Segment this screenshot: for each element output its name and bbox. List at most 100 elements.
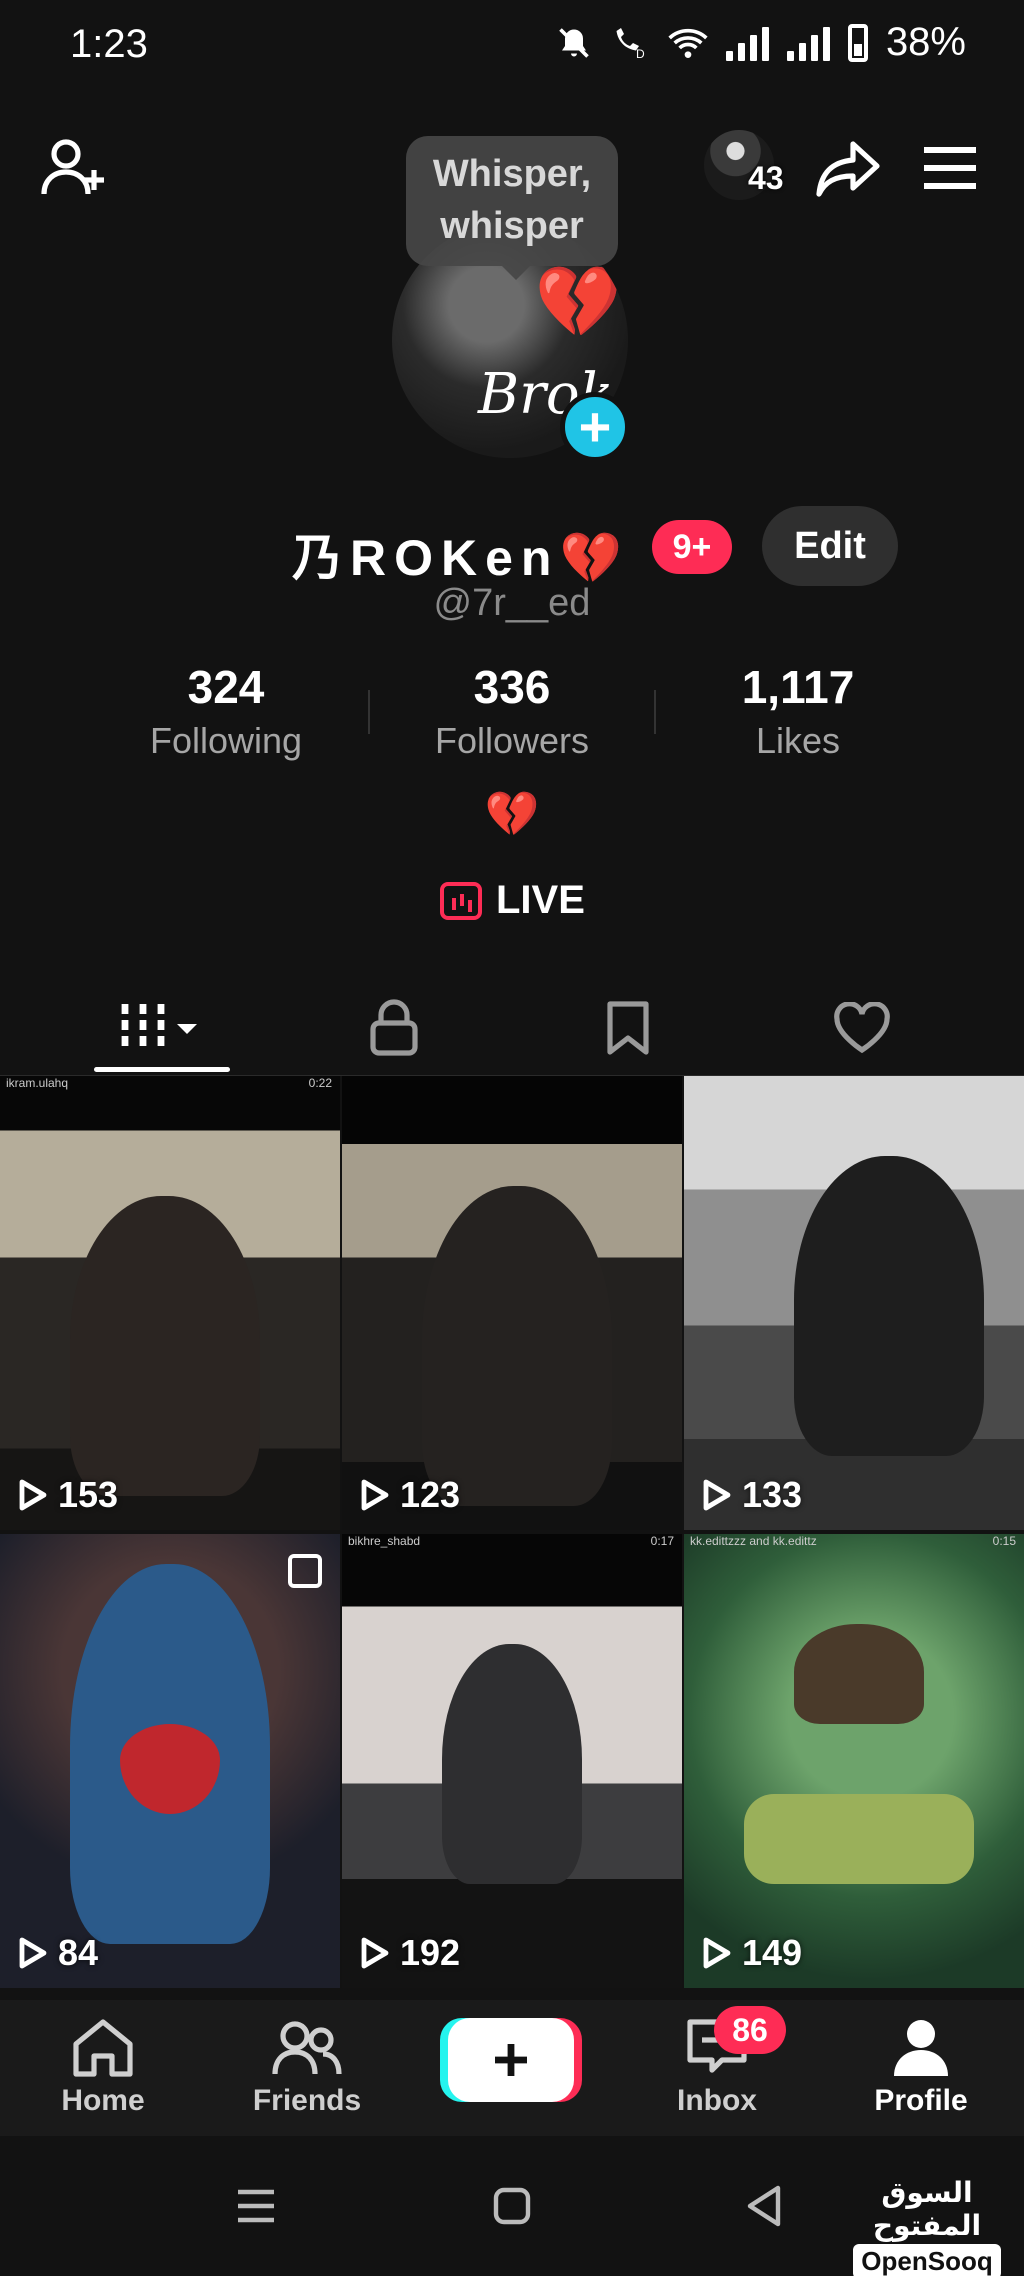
video-duration: 0:17 [650,1534,674,1548]
back-icon[interactable] [744,2184,784,2228]
play-icon [703,1479,731,1511]
video-caption: ikram.ulahq [6,1076,69,1090]
username: @7r__ed [433,582,591,624]
view-count: 133 [702,1474,802,1516]
home-icon [73,2019,133,2077]
tab-liked[interactable] [734,980,990,1076]
view-count-value: 153 [58,1474,119,1515]
video-duration: 0:22 [308,1076,332,1090]
view-count: 153 [18,1474,118,1516]
view-count-value: 123 [400,1474,461,1515]
name-row: 乃ROKen💔 9+ Edit [0,506,1024,588]
share-icon [816,141,880,197]
video-caption: bikhre_shabd [348,1534,421,1548]
stat-followers[interactable]: 336 Followers [402,660,622,762]
live-button[interactable]: LIVE [440,878,585,923]
video-thumbnail[interactable]: 133 [684,1076,1024,1530]
play-icon [361,1937,389,1969]
nav-profile-label: Profile [874,2084,968,2117]
view-count: 149 [702,1932,802,1974]
share-button[interactable] [810,130,886,206]
grid-videos-icon [121,1004,197,1052]
bottom-nav: Home Friends Inbox Profile [0,2000,1024,2136]
thumbnail-person [442,1644,582,1884]
video-duration: 0:15 [992,1534,1016,1548]
nav-inbox-label: Inbox [677,2084,757,2117]
video-thumbnail[interactable]: kk.edittzzz and kk.edittz 0:15 149 [684,1534,1024,1988]
view-count: 123 [360,1474,460,1516]
add-friend-button[interactable] [36,130,112,206]
thumbnail-person [422,1186,612,1506]
live-label: LIVE [496,878,585,922]
hamburger-icon [924,147,976,189]
multi-image-icon [288,1554,322,1588]
stat-likes[interactable]: 1,117 Likes [688,660,908,762]
video-caption: kk.edittzzz and kk.edittz [690,1534,817,1548]
video-thumbnail[interactable]: 84 [0,1534,340,1988]
stat-value: 1,117 [741,661,855,713]
tab-videos[interactable] [34,980,290,1076]
watermark-arabic: السوق المفتوح [872,2177,982,2241]
play-icon [19,1479,47,1511]
play-icon [19,1937,47,1969]
watermark-logo: السوق المفتوح OpenSooq [852,2176,1002,2276]
bio: 💔 [484,790,540,839]
tab-private[interactable] [266,980,522,1076]
view-count-value: 84 [58,1932,99,1973]
add-user-icon [41,139,104,195]
display-name: 乃ROKen💔 [292,530,630,586]
tab-saved[interactable] [500,980,756,1076]
video-thumbnail[interactable]: ikram.ulahq 0:22 153 [0,1076,340,1530]
stat-divider [654,690,656,734]
recent-apps-icon[interactable] [236,2188,276,2224]
content-tabs [0,980,1024,1076]
stat-value: 324 [187,661,265,713]
video-grid: ikram.ulahq 0:22 153 123 133 84 bikhre_s… [0,1076,1024,1988]
stat-value: 336 [473,661,551,713]
plus-icon [495,2044,527,2076]
nav-home[interactable]: Home [18,2016,188,2118]
stat-following[interactable]: 324 Following [116,660,336,762]
nav-friends[interactable]: Friends [222,2016,392,2118]
story-count: 43 [748,160,784,196]
view-count-value: 133 [742,1474,803,1515]
profile-stats: 324 Following 336 Followers 1,117 Likes [0,660,1024,762]
lock-icon [370,999,418,1056]
edit-profile-button[interactable]: Edit [762,506,898,586]
view-count: 192 [360,1932,460,1974]
video-thumbnail[interactable]: 123 [342,1076,682,1530]
wifi-icon [668,28,708,58]
view-count-value: 192 [400,1932,461,1973]
wifi-call-icon: D [616,27,645,61]
play-icon [703,1937,731,1969]
mute-icon [559,27,589,58]
nav-friends-label: Friends [252,2084,362,2117]
stat-label: Followers [434,720,590,761]
signal-icon-1 [725,25,769,61]
thumbnail-person [70,1196,260,1496]
status-icons: D 38% [556,20,966,65]
status-time: 1:23 [70,22,148,66]
video-thumbnail[interactable]: bikhre_shabd 0:17 192 [342,1534,682,1988]
play-icon [361,1479,389,1511]
create-button[interactable] [448,2018,574,2102]
watermark-latin: OpenSooq [853,2244,1001,2276]
menu-button[interactable] [912,130,988,206]
nav-profile[interactable]: Profile [836,2016,1006,2118]
profile-icon [894,2020,948,2076]
broken-heart-icon: 💔 [534,263,622,341]
notification-badge[interactable]: 9+ [652,520,732,574]
bookmark-icon [607,1001,649,1055]
signal-icon-2 [786,25,830,61]
battery-percent: 38% [885,20,966,64]
home-system-icon[interactable] [492,2186,532,2226]
stat-label: Following [149,720,303,761]
note-tooltip[interactable]: Whisper, whisper [406,136,618,280]
view-count: 84 [18,1932,98,1974]
battery-icon [847,23,868,62]
stat-label: Likes [755,720,841,761]
nav-home-label: Home [61,2084,145,2117]
thumbnail-beanie [794,1624,924,1724]
status-bar: 1:23 D 38% [0,0,1024,90]
add-story-button[interactable]: + [560,392,630,462]
